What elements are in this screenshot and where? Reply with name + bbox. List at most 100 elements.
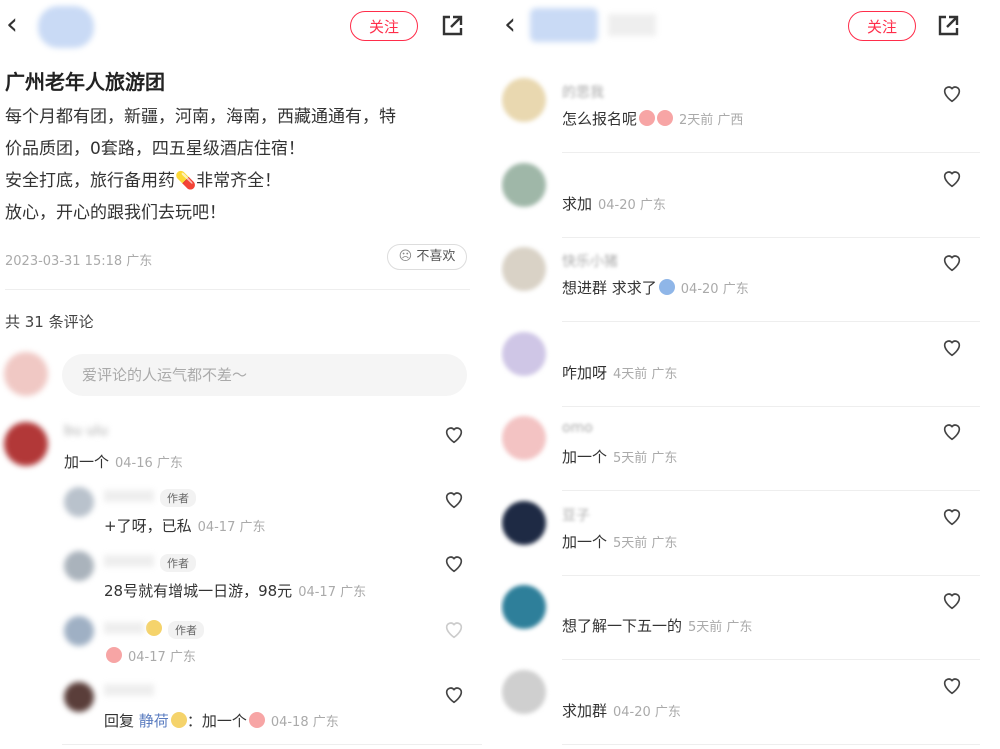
commenter-avatar[interactable] <box>502 585 546 629</box>
comment-text: 想了解一下五一的 5天前 广东 <box>562 615 752 636</box>
like-icon[interactable] <box>443 618 465 640</box>
divider <box>562 152 980 153</box>
commenter-avatar[interactable] <box>502 416 546 460</box>
replier-avatar[interactable] <box>64 487 94 517</box>
divider <box>562 574 980 576</box>
like-icon[interactable] <box>941 251 963 273</box>
post-detail-pane: ‹ 关注 广州老年人旅游团 每个月都有团，新疆，河南，海南，西藏通通有，特 价品… <box>0 0 490 749</box>
like-icon[interactable] <box>941 505 963 527</box>
back-button[interactable]: ‹ <box>6 10 18 40</box>
divider <box>562 405 980 407</box>
post-body-line: 价品质团，0套路，四五星级酒店住宿！ <box>5 139 305 159</box>
post-body-line: 安全打底，旅行备用药💊非常齐全！ <box>5 171 282 191</box>
commenter-avatar[interactable] <box>502 162 546 207</box>
reply-to-name[interactable]: 静荷 <box>139 712 169 730</box>
post-title: 广州老年人旅游团 <box>5 70 165 94</box>
author-avatar[interactable] <box>530 8 598 42</box>
comment-body: 加一个 <box>64 453 110 471</box>
divider <box>562 490 980 491</box>
reply-text: 04-17 广东 <box>104 646 196 665</box>
pig-emoji-icon <box>106 647 122 663</box>
commenter-name[interactable]: 的思我 <box>562 82 604 102</box>
comment-meta: 5天前 广东 <box>688 620 753 635</box>
like-icon[interactable] <box>941 82 963 104</box>
share-icon[interactable] <box>936 14 960 38</box>
comment-meta: 2天前 广西 <box>679 113 744 128</box>
like-icon[interactable] <box>941 336 963 358</box>
comment-body: 咋加呀 <box>562 363 608 382</box>
commenter-name[interactable]: bu ulu <box>64 423 108 439</box>
author-avatar[interactable] <box>38 6 94 48</box>
comment-body: 想进群 求求了 <box>562 279 657 297</box>
reply-meta: 04-17 广东 <box>197 520 266 535</box>
commenter-name[interactable]: 豆子 <box>562 505 590 525</box>
share-icon[interactable] <box>440 14 464 38</box>
commenter-avatar[interactable] <box>502 247 546 291</box>
reply-body: +了呀，已私 <box>104 517 192 535</box>
divider <box>5 289 470 290</box>
commenter-name[interactable]: 快乐小猪 <box>562 251 618 271</box>
comment-meta: 04-20 广东 <box>613 704 681 720</box>
comment-meta: 5天前 广东 <box>613 535 678 551</box>
reply-meta: 04-18 广东 <box>270 715 339 730</box>
reply-body: 28号就有增城一日游，98元 <box>104 582 293 600</box>
author-tag: 作者 <box>160 554 196 572</box>
replier-avatar[interactable] <box>64 551 94 581</box>
commenter-avatar[interactable] <box>4 422 48 466</box>
author-name[interactable] <box>608 14 656 36</box>
replier-avatar[interactable] <box>64 616 94 646</box>
comment-text: 咋加呀 4天前 广东 <box>562 362 677 383</box>
comment-meta: 04-20 广东 <box>680 282 749 297</box>
dislike-button[interactable]: ☹ 不喜欢 <box>387 244 467 270</box>
reply-header <box>104 684 154 696</box>
like-icon[interactable] <box>443 488 465 510</box>
comment-meta: 04-16 广东 <box>115 456 183 471</box>
reply-text: 回复 静荷 ：加一个 04-18 广东 <box>104 710 339 731</box>
commenter-name[interactable]: omo <box>562 420 593 436</box>
like-icon[interactable] <box>443 683 465 705</box>
comment-body: 求加 <box>562 194 593 213</box>
pane-divider <box>490 0 500 749</box>
comment-text: 加一个 5天前 广东 <box>562 446 677 467</box>
comment-meta: 4天前 广东 <box>613 366 678 382</box>
like-icon[interactable] <box>941 420 963 442</box>
divider <box>562 743 980 745</box>
reply-body: ：加一个 <box>186 712 247 730</box>
like-icon[interactable] <box>443 423 465 445</box>
post-body-line: 放心，开心的跟我们去玩吧！ <box>5 203 226 223</box>
pig-emoji-icon <box>639 110 656 126</box>
comment-meta: 04-20 广东 <box>598 197 666 213</box>
comment-text: 加一个 04-16 广东 <box>64 451 183 472</box>
like-icon[interactable] <box>941 589 963 611</box>
sticker-emoji-icon <box>658 279 675 295</box>
commenter-avatar[interactable] <box>502 500 546 545</box>
follow-button[interactable]: 关注 <box>350 11 418 41</box>
my-avatar <box>4 352 48 396</box>
commenter-avatar[interactable] <box>502 669 546 714</box>
author-tag: 作者 <box>168 621 204 639</box>
comment-body: 加一个 <box>562 532 608 551</box>
comment-count: 共 31 条评论 <box>5 313 94 331</box>
comment-text: 怎么报名呢 2天前 广西 <box>562 108 743 129</box>
comment-body: 想了解一下五一的 <box>562 617 683 635</box>
author-tag: 作者 <box>160 489 196 507</box>
commenter-avatar[interactable] <box>502 331 546 376</box>
comment-body: 怎么报名呢 <box>562 110 638 128</box>
comment-input[interactable]: 爱评论的人运气都不差～ <box>62 354 467 396</box>
like-icon[interactable] <box>941 674 963 696</box>
comments-pane: ‹ 关注 的思我 怎么报名呢 2天前 广西 求加 04-20 广东 快乐小猪 想进群 求求了… <box>500 0 1000 749</box>
commenter-avatar[interactable] <box>502 78 546 122</box>
pig-emoji-icon <box>657 110 674 126</box>
post-meta: 2023-03-31 15:18 广东 <box>5 254 153 269</box>
like-icon[interactable] <box>443 552 465 574</box>
reply-text: 28号就有增城一日游，98元 04-17 广东 <box>104 580 366 601</box>
comment-text: 加一个 5天前 广东 <box>562 531 677 552</box>
like-icon[interactable] <box>941 167 963 189</box>
reply-text: +了呀，已私 04-17 广东 <box>104 515 266 536</box>
comment-text: 求加群 04-20 广东 <box>562 700 681 721</box>
replier-avatar[interactable] <box>64 682 94 712</box>
follow-button[interactable]: 关注 <box>848 11 916 41</box>
back-button[interactable]: ‹ <box>504 10 516 40</box>
pig-emoji-icon <box>248 712 265 728</box>
comment-text: 求加 04-20 广东 <box>562 193 666 214</box>
